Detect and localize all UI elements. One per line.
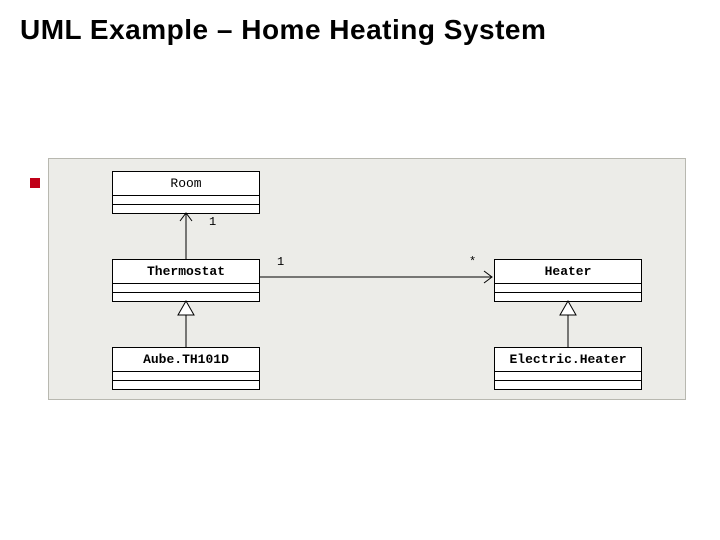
class-aube-name: Aube.TH101D — [113, 348, 259, 372]
class-thermostat-name: Thermostat — [113, 260, 259, 284]
class-compartment — [113, 205, 259, 213]
class-room-name: Room — [113, 172, 259, 196]
association-thermostat-room — [180, 213, 192, 259]
class-compartment — [113, 381, 259, 389]
uml-diagram-frame: Room Thermostat Heater Aube.TH101D Elect… — [48, 158, 686, 400]
bullet-marker — [30, 178, 40, 188]
class-compartment — [113, 372, 259, 381]
multiplicity-thermostat-side: 1 — [277, 255, 284, 269]
class-compartment — [495, 293, 641, 301]
class-heater-name: Heater — [495, 260, 641, 284]
multiplicity-room: 1 — [209, 215, 216, 229]
generalization-electric-heater — [560, 301, 576, 347]
association-thermostat-heater — [260, 271, 492, 283]
class-compartment — [495, 372, 641, 381]
class-compartment — [113, 293, 259, 301]
class-room: Room — [112, 171, 260, 214]
multiplicity-heater-side: * — [469, 255, 476, 269]
class-compartment — [495, 381, 641, 389]
class-aube-th101d: Aube.TH101D — [112, 347, 260, 390]
class-compartment — [495, 284, 641, 293]
class-compartment — [113, 196, 259, 205]
slide-title: UML Example – Home Heating System — [20, 14, 546, 46]
class-thermostat: Thermostat — [112, 259, 260, 302]
class-compartment — [113, 284, 259, 293]
generalization-aube-thermostat — [178, 301, 194, 347]
class-electric-heater: Electric.Heater — [494, 347, 642, 390]
class-electric-heater-name: Electric.Heater — [495, 348, 641, 372]
class-heater: Heater — [494, 259, 642, 302]
